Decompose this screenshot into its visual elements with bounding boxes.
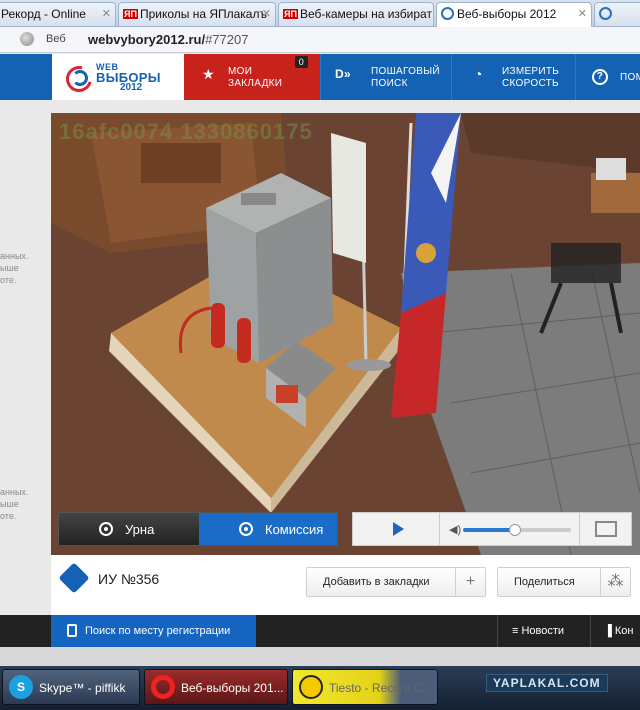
tab-urn[interactable]: Урна [59, 513, 199, 545]
opera-icon [151, 675, 175, 699]
step-search-button[interactable]: D» ПОШАГОВЫЙ ПОИСК [320, 54, 451, 100]
divider [439, 513, 440, 545]
play-icon[interactable] [393, 522, 404, 536]
tab-urn-label: Урна [125, 522, 155, 537]
volume-fill [463, 528, 515, 532]
url-hash: #77207 [205, 32, 249, 47]
tab-label: Веб-выборы 2012 [457, 7, 557, 21]
yaplakal-icon: ЯП [283, 9, 298, 19]
side-text-block: анных. ыше оте. [0, 487, 29, 521]
camera-icon [239, 522, 253, 536]
star-icon: ★ [202, 66, 215, 82]
camera-switch: Урна Комиссия [58, 512, 338, 546]
player-controls: ◀) [352, 512, 632, 546]
divider [497, 615, 498, 647]
plus-icon: + [455, 568, 485, 596]
tab-label: Веб-камеры на избират [299, 7, 432, 21]
ballot-icon [58, 562, 90, 594]
add-bookmark-label: Добавить в закладки [323, 576, 430, 588]
yaplakal-icon: ЯП [123, 9, 138, 19]
address-bar[interactable]: Веб webvybory2012.ru/#77207 [0, 27, 640, 53]
bookmarks-label: МОИ ЗАКЛАДКИ [228, 66, 283, 89]
close-icon[interactable]: ✕ [262, 7, 271, 20]
measure-speed-button[interactable]: ◔ ИЗМЕРИТЬ СКОРОСТЬ [451, 54, 575, 100]
camera-icon [99, 522, 113, 536]
help-label: ПОМ [620, 72, 640, 83]
tab-prikoly[interactable]: ЯП Приколы на ЯПлакалъ ✕ [118, 2, 276, 26]
share-label: Поделиться [514, 576, 575, 588]
taskbar: S Skype™ - piffikk Веб-выборы 201... Tie… [0, 666, 640, 710]
screen: Рекорд - Online ✕ ЯП Приколы на ЯПлакалъ … [0, 0, 640, 710]
help-icon: ? [592, 68, 608, 85]
speed-label: ИЗМЕРИТЬ СКОРОСТЬ [502, 66, 560, 89]
share-icon: ⁂ [600, 568, 630, 596]
webvybory-icon [599, 7, 612, 20]
camera-scene [51, 113, 640, 555]
address-prefix: Веб [46, 33, 66, 45]
globe-icon [20, 32, 34, 46]
help-button[interactable]: ? ПОМ [575, 54, 640, 100]
taskbar-item-opera[interactable]: Веб-выборы 201... [144, 669, 288, 705]
taskbar-label: Веб-выборы 201... [181, 681, 284, 695]
taskbar-label: Tiesto - Record Cl... [329, 681, 436, 695]
speedometer-icon: ◔ [474, 66, 483, 82]
tab-commission-label: Комиссия [265, 522, 324, 537]
site-logo[interactable]: WEB ВЫБОРЫ 2012 [52, 54, 184, 100]
close-icon[interactable]: ✕ [578, 7, 587, 20]
add-bookmark-button[interactable]: Добавить в закладки + [306, 567, 486, 597]
site-navbar: WEB ВЫБОРЫ 2012 ★ МОИ ЗАКЛАДКИ 0 D» ПОШАГ… [0, 54, 640, 100]
camera-timestamp: 16afc0074 1330860175 [59, 119, 313, 144]
taskbar-item-player[interactable]: Tiesto - Record Cl... [292, 669, 438, 705]
browser-tabbar: Рекорд - Online ✕ ЯП Приколы на ЯПлакалъ … [0, 0, 640, 27]
volume-knob[interactable] [508, 524, 521, 536]
registration-search-label: Поиск по месту регистрации [85, 625, 231, 637]
page-edge [0, 647, 640, 666]
logo-swirl-icon [72, 70, 88, 86]
tab-label: Приколы на ЯПлакалъ [139, 7, 267, 21]
tab-label: Рекорд - Online [1, 7, 86, 21]
side-text-block: анных. ыше оте. [0, 251, 29, 285]
volume-slider[interactable] [463, 524, 571, 536]
tab-record[interactable]: Рекорд - Online ✕ [0, 2, 116, 26]
share-button[interactable]: Поделиться ⁂ [497, 567, 631, 597]
fullscreen-icon[interactable] [595, 521, 617, 537]
contacts-link[interactable]: ▐ Кон [604, 625, 633, 637]
taskbar-item-skype[interactable]: S Skype™ - piffikk [2, 669, 140, 705]
yaplakal-watermark: YAPLAKAL.COM [486, 674, 608, 692]
tab-extra[interactable] [594, 2, 640, 26]
taskbar-label: Skype™ - piffikk [39, 681, 126, 695]
bookmarks-count-badge: 0 [294, 56, 308, 68]
my-bookmarks-button[interactable]: ★ МОИ ЗАКЛАДКИ 0 [184, 54, 320, 100]
step-search-label: ПОШАГОВЫЙ ПОИСК [371, 66, 440, 89]
news-link[interactable]: ≡ Новости [512, 625, 564, 637]
document-icon [67, 624, 77, 637]
tab-webcams[interactable]: ЯП Веб-камеры на избират [278, 2, 434, 26]
close-icon[interactable]: ✕ [102, 7, 111, 20]
divider [579, 513, 580, 545]
volume-icon[interactable]: ◀) [449, 523, 461, 536]
step-arrows-icon: D» [335, 67, 351, 81]
uik-info-bar: ИУ №356 Добавить в закладки + Поделиться… [51, 555, 640, 615]
player-icon [299, 675, 323, 699]
uik-title: ИУ №356 [98, 571, 160, 587]
logo-year: 2012 [120, 82, 143, 93]
divider [590, 615, 591, 647]
webvybory-icon [441, 7, 454, 20]
tab-webvybory[interactable]: Веб-выборы 2012 ✕ [436, 2, 592, 27]
url-host: webvybory2012.ru/ [88, 32, 206, 47]
tab-commission[interactable]: Комиссия [199, 513, 337, 545]
skype-icon: S [9, 675, 33, 699]
registration-search-button[interactable]: Поиск по месту регистрации [51, 615, 256, 647]
bottom-bar: Поиск по месту регистрации ≡ Новости ▐ К… [0, 615, 640, 647]
camera-video[interactable]: 16afc0074 1330860175 [51, 113, 640, 555]
address-url[interactable]: webvybory2012.ru/#77207 [88, 32, 248, 47]
